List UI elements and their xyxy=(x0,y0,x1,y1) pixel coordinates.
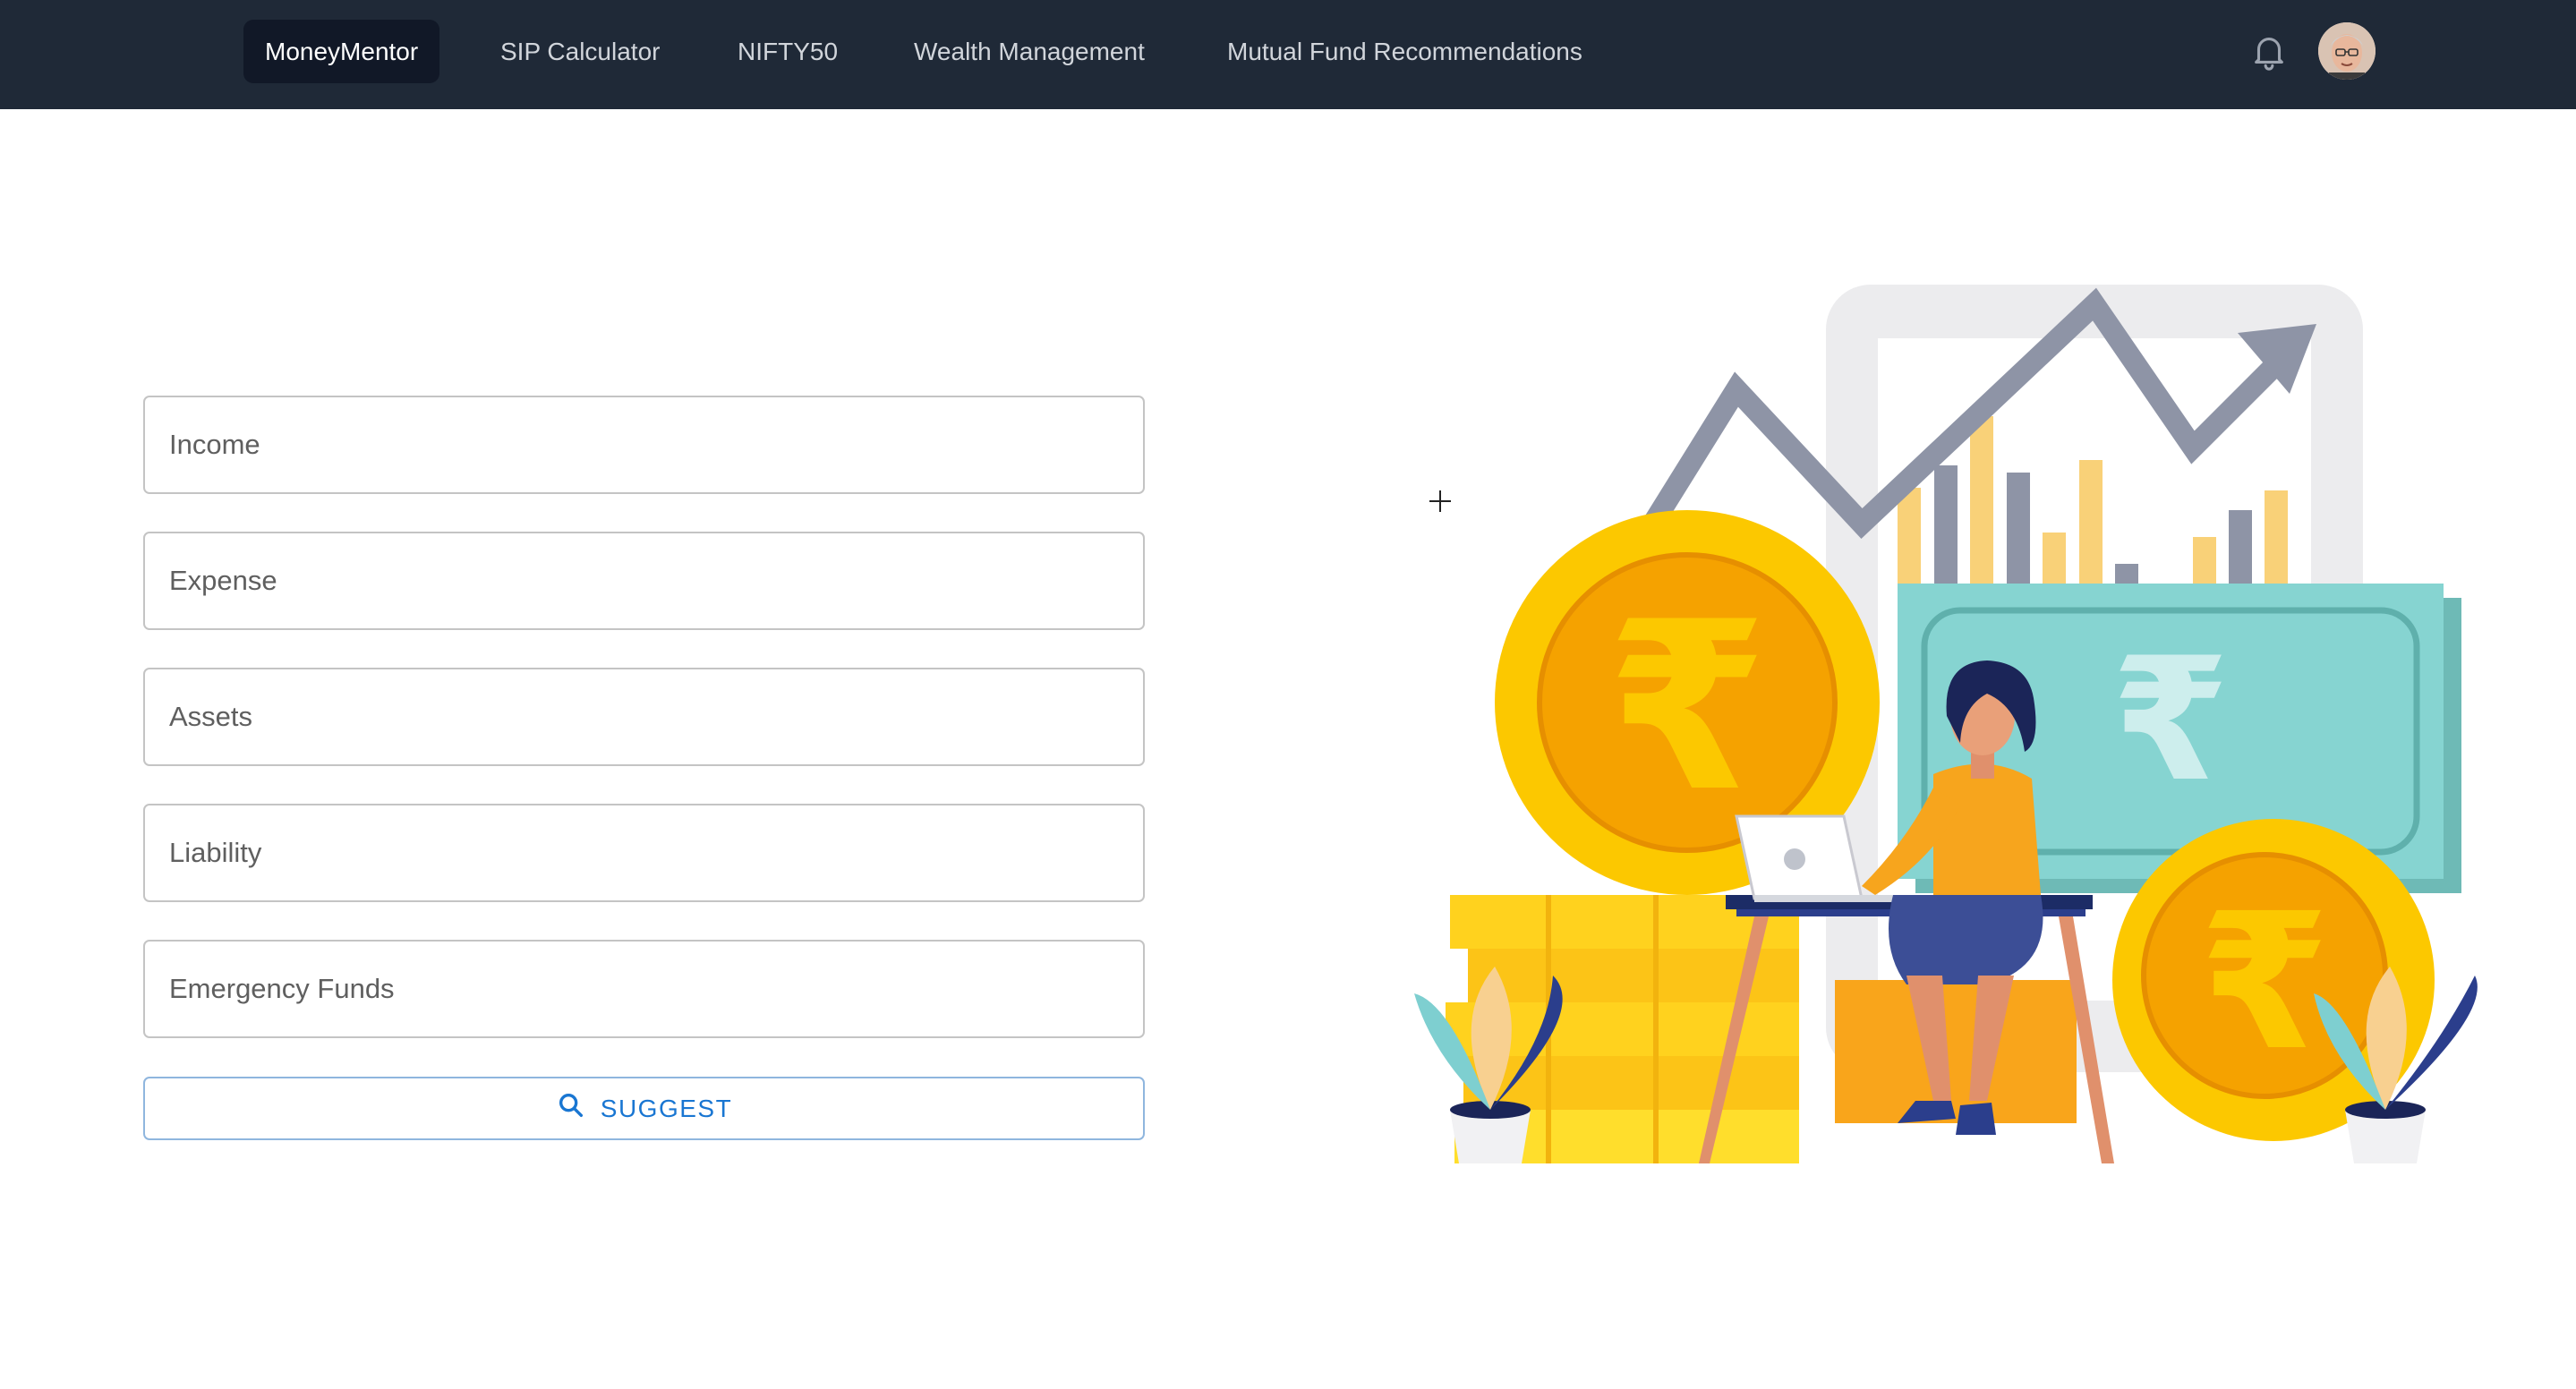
nav-item-nifty50[interactable]: NIFTY50 xyxy=(716,20,859,83)
emergency-funds-field[interactable] xyxy=(143,940,1145,1038)
nav-item-sip-calculator[interactable]: SIP Calculator xyxy=(479,20,681,83)
svg-text:₹: ₹ xyxy=(1607,573,1769,843)
liability-input[interactable] xyxy=(145,805,1143,900)
nav-item-moneymentor[interactable]: MoneyMentor xyxy=(243,20,440,83)
expense-field[interactable] xyxy=(143,532,1145,630)
search-icon xyxy=(556,1090,586,1127)
svg-text:₹: ₹ xyxy=(2111,621,2230,819)
top-navbar: MoneyMentor SIP Calculator NIFTY50 Wealt… xyxy=(0,0,2576,109)
income-input[interactable] xyxy=(145,397,1143,492)
emergency-funds-input[interactable] xyxy=(145,942,1143,1036)
bell-icon[interactable] xyxy=(2248,30,2290,72)
suggest-button[interactable]: SUGGEST xyxy=(143,1077,1145,1140)
assets-field[interactable] xyxy=(143,668,1145,766)
finance-illustration: ₹ ₹ ₹ xyxy=(1361,268,2497,1172)
svg-text:₹: ₹ xyxy=(2199,873,2330,1092)
income-field[interactable] xyxy=(143,396,1145,494)
nav-item-wealth-management[interactable]: Wealth Management xyxy=(892,20,1166,83)
nav-item-mutual-fund-recommendations[interactable]: Mutual Fund Recommendations xyxy=(1206,20,1604,83)
expense-input[interactable] xyxy=(145,533,1143,628)
avatar[interactable] xyxy=(2318,22,2376,80)
assets-input[interactable] xyxy=(145,669,1143,764)
liability-field[interactable] xyxy=(143,804,1145,902)
suggest-label: SUGGEST xyxy=(600,1094,733,1122)
